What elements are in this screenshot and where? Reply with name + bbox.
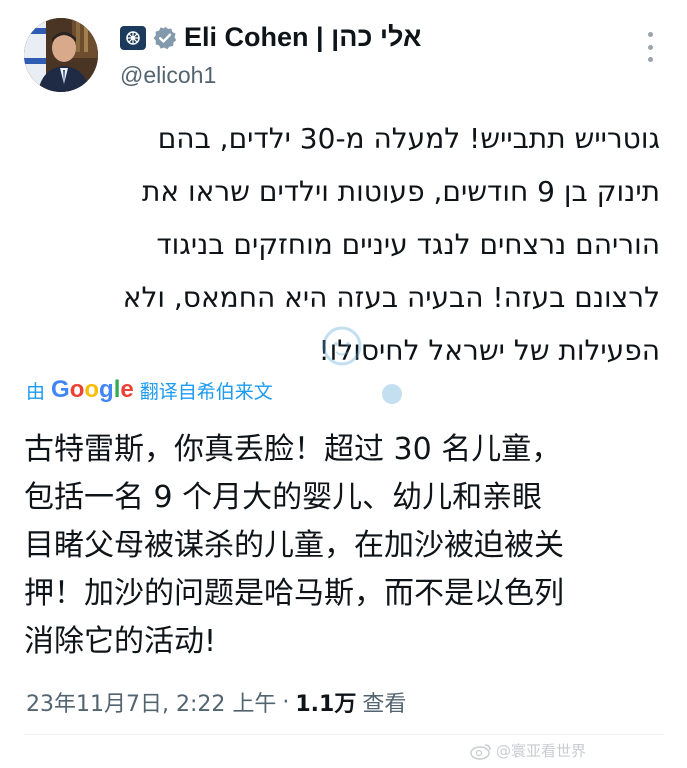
author-avatar[interactable]: [24, 18, 98, 92]
tweet-line: לרצונם בעזה! הבעיה בעזה היא החמאס, ולא: [122, 281, 660, 314]
tweet-text-original: גוטרייש תתבייש! למעלה מ-30 ילדים, בהם תי…: [28, 112, 660, 377]
divider: [24, 734, 664, 735]
translated-line: 包括一名 9 个月大的婴儿、幼儿和亲眼: [24, 480, 543, 515]
tweet-line: הוריהם נרצחים לנגד עיניים מוחזקים בניגוד: [156, 228, 660, 261]
views-label: 查看: [362, 692, 407, 717]
tweet-line: תינוק בן 9 חודשים, פעוטות וילדים שראו את: [142, 175, 660, 208]
google-logo: Google: [51, 376, 134, 403]
translation-prefix: 由: [26, 380, 46, 403]
translated-line: 古特雷斯，你真丢脸！超过 30 名儿童，: [24, 432, 562, 467]
tweet-text-translated: 古特雷斯，你真丢脸！超过 30 名儿童， 包括一名 9 个月大的婴儿、幼儿和亲眼…: [24, 426, 664, 666]
avatar-photo: [24, 18, 98, 92]
tweet-meta: 23年11月7日, 2:22 上午 · 1.1万 查看: [26, 686, 406, 718]
author-display-name: Eli Cohen | אלי כהן: [184, 22, 422, 52]
verified-badge-icon: [152, 25, 178, 51]
translation-suffix: 翻译自希伯来文: [139, 380, 273, 403]
weibo-watermark-text: @寰亚看世界: [496, 742, 587, 760]
author-handle[interactable]: @elicoh1: [120, 62, 216, 89]
views-count: 1.1万: [295, 692, 357, 717]
translation-attribution[interactable]: 由 Google 翻译自希伯来文: [26, 376, 273, 404]
tweet-timestamp[interactable]: 23年11月7日, 2:22 上午: [26, 686, 276, 718]
government-affiliation-icon: [120, 25, 146, 50]
translated-line: 消除它的活动!: [24, 624, 217, 659]
tweet-line: גוטרייש תתבייש! למעלה מ-30 ילדים, בהם: [157, 122, 660, 155]
meta-separator: ·: [282, 689, 290, 715]
more-options-icon[interactable]: [638, 32, 662, 62]
weibo-watermark: @寰亚看世界: [470, 740, 586, 761]
translated-line: 押！加沙的问题是哈马斯，而不是以色列: [24, 576, 564, 611]
tweet-line: הפעילות של ישראל לחיסולו!: [318, 334, 660, 367]
translated-line: 目睹父母被谋杀的儿童，在加沙被迫被关: [24, 528, 564, 563]
author-name-row[interactable]: Eli Cohen | אלי כהן: [120, 22, 421, 53]
weibo-icon: [470, 743, 491, 760]
